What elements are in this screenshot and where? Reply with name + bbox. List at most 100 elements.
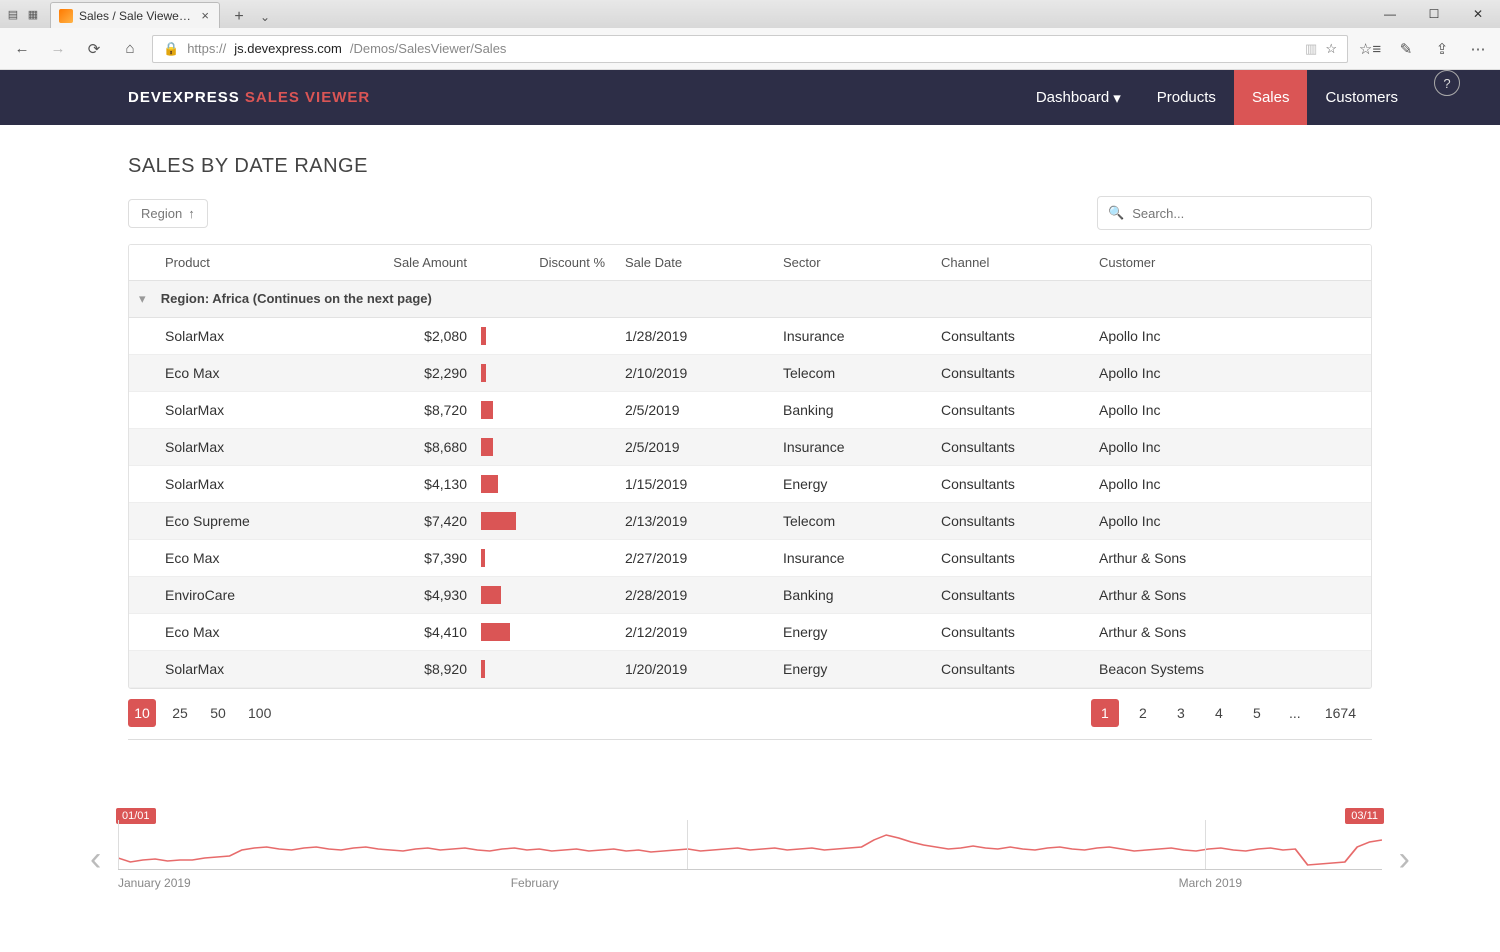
table-row[interactable]: Eco Max$2,2902/10/2019TelecomConsultants… — [129, 355, 1371, 392]
tab-preview-icon[interactable]: ▦ — [24, 5, 42, 23]
page-...[interactable]: ... — [1281, 699, 1309, 727]
back-button[interactable]: ← — [8, 35, 36, 63]
favorite-star-icon[interactable]: ☆ — [1325, 41, 1337, 57]
table-row[interactable]: SolarMax$8,6802/5/2019InsuranceConsultan… — [129, 429, 1371, 466]
window-minimize-button[interactable]: — — [1368, 0, 1412, 28]
cell-channel: Consultants — [931, 503, 1089, 540]
collapse-icon[interactable]: ▾ — [139, 291, 154, 306]
page-1674[interactable]: 1674 — [1319, 699, 1362, 727]
pager: 10 25 50 100 12345... 1674 — [128, 699, 1372, 740]
cell-date: 2/12/2019 — [615, 614, 773, 651]
nav-sales[interactable]: Sales — [1234, 70, 1308, 125]
nav-customers[interactable]: Customers — [1307, 70, 1416, 125]
home-button[interactable]: ⌂ — [116, 35, 144, 63]
url-host: js.devexpress.com — [234, 41, 342, 56]
window-maximize-button[interactable]: ☐ — [1412, 0, 1456, 28]
cell-amount: $8,680 — [319, 429, 477, 466]
page-size-25[interactable]: 25 — [166, 699, 194, 727]
nav-dashboard-label: Dashboard — [1036, 89, 1109, 106]
cell-channel: Consultants — [931, 614, 1089, 651]
group-row-africa[interactable]: ▾ Region: Africa (Continues on the next … — [129, 281, 1371, 318]
help-label: ? — [1443, 76, 1450, 91]
cell-customer: Beacon Systems — [1089, 651, 1371, 688]
app-brand[interactable]: DEVEXPRESS SALES VIEWER — [128, 89, 370, 106]
col-header-channel[interactable]: Channel — [931, 245, 1089, 281]
notes-icon[interactable]: ✎ — [1392, 35, 1420, 63]
page-1[interactable]: 1 — [1091, 699, 1119, 727]
col-header-customer[interactable]: Customer — [1089, 245, 1371, 281]
cell-sector: Telecom — [773, 503, 931, 540]
range-prev-button[interactable]: ‹ — [90, 840, 101, 879]
cell-sector: Insurance — [773, 429, 931, 466]
range-tick-feb: February — [511, 876, 559, 890]
cell-sector: Energy — [773, 466, 931, 503]
page-5[interactable]: 5 — [1243, 699, 1271, 727]
col-header-amount[interactable]: Sale Amount — [319, 245, 477, 281]
table-row[interactable]: SolarMax$2,0801/28/2019InsuranceConsulta… — [129, 318, 1371, 355]
col-header-discount[interactable]: Discount % — [477, 245, 615, 281]
table-row[interactable]: SolarMax$4,1301/15/2019EnergyConsultants… — [129, 466, 1371, 503]
cell-customer: Apollo Inc — [1089, 466, 1371, 503]
date-range-selector[interactable]: 01/01 03/11 ‹ › January 2019 February Ma… — [0, 760, 1500, 910]
col-header-sector[interactable]: Sector — [773, 245, 931, 281]
table-row[interactable]: Eco Max$4,4102/12/2019EnergyConsultantsA… — [129, 614, 1371, 651]
sales-grid: Product Sale Amount Discount % Sale Date… — [128, 244, 1372, 689]
chevron-down-icon: ▾ — [1113, 89, 1121, 107]
new-tab-button[interactable]: + — [226, 6, 252, 28]
page-3[interactable]: 3 — [1167, 699, 1195, 727]
table-row[interactable]: SolarMax$8,7202/5/2019BankingConsultants… — [129, 392, 1371, 429]
nav-dashboard[interactable]: Dashboard ▾ — [1018, 70, 1139, 125]
cell-channel: Consultants — [931, 392, 1089, 429]
col-header-product[interactable]: Product — [129, 245, 319, 281]
table-row[interactable]: Eco Max$7,3902/27/2019InsuranceConsultan… — [129, 540, 1371, 577]
brand-accent: SALES VIEWER — [245, 89, 370, 106]
cell-customer: Apollo Inc — [1089, 318, 1371, 355]
col-header-date[interactable]: Sale Date — [615, 245, 773, 281]
window-close-button[interactable]: ✕ — [1456, 0, 1500, 28]
help-button[interactable]: ? — [1434, 70, 1460, 96]
page-size-100[interactable]: 100 — [242, 699, 277, 727]
cell-product: Eco Max — [129, 540, 319, 577]
more-icon[interactable]: ⋯ — [1464, 35, 1492, 63]
search-box[interactable]: 🔍 — [1097, 196, 1372, 230]
sort-asc-icon: ↑ — [188, 206, 195, 221]
cell-sector: Insurance — [773, 540, 931, 577]
reading-view-icon[interactable]: ▥ — [1305, 41, 1317, 57]
search-input[interactable] — [1132, 206, 1361, 221]
cell-amount: $8,920 — [319, 651, 477, 688]
nav-products[interactable]: Products — [1139, 70, 1234, 125]
page-2[interactable]: 2 — [1129, 699, 1157, 727]
tabs-overflow-icon[interactable]: ⌄ — [252, 6, 278, 28]
browser-tab-active[interactable]: Sales / Sale Viewer By D × — [50, 2, 220, 28]
cell-date: 2/28/2019 — [615, 577, 773, 614]
page-4[interactable]: 4 — [1205, 699, 1233, 727]
col-header-channel-label: Channel — [941, 255, 989, 270]
cell-product: EnviroCare — [129, 577, 319, 614]
refresh-button[interactable]: ⟳ — [80, 35, 108, 63]
app-header: DEVEXPRESS SALES VIEWER Dashboard ▾ Prod… — [0, 70, 1500, 125]
cell-sector: Energy — [773, 614, 931, 651]
favorites-hub-icon[interactable]: ☆≡ — [1356, 35, 1384, 63]
table-row[interactable]: EnviroCare$4,9302/28/2019BankingConsulta… — [129, 577, 1371, 614]
cell-amount: $7,390 — [319, 540, 477, 577]
cell-customer: Arthur & Sons — [1089, 614, 1371, 651]
range-next-button[interactable]: › — [1399, 840, 1410, 879]
page-size-10[interactable]: 10 — [128, 699, 156, 727]
table-row[interactable]: Eco Supreme$7,4202/13/2019TelecomConsult… — [129, 503, 1371, 540]
cell-discount — [477, 429, 615, 466]
range-sparkline[interactable] — [118, 820, 1382, 870]
browser-toolbar: ← → ⟳ ⌂ 🔒 https://js.devexpress.com/Demo… — [0, 28, 1500, 70]
cell-channel: Consultants — [931, 429, 1089, 466]
cell-date: 1/28/2019 — [615, 318, 773, 355]
group-chip-region[interactable]: Region ↑ — [128, 199, 208, 228]
table-row[interactable]: SolarMax$8,9201/20/2019EnergyConsultants… — [129, 651, 1371, 688]
forward-button[interactable]: → — [44, 35, 72, 63]
close-tab-icon[interactable]: × — [199, 8, 211, 23]
col-header-sector-label: Sector — [783, 255, 821, 270]
cell-sector: Energy — [773, 651, 931, 688]
recent-apps-icon[interactable]: ▤ — [4, 5, 22, 23]
address-bar[interactable]: 🔒 https://js.devexpress.com/Demos/SalesV… — [152, 35, 1348, 63]
share-icon[interactable]: ⇪ — [1428, 35, 1456, 63]
cell-discount — [477, 577, 615, 614]
page-size-50[interactable]: 50 — [204, 699, 232, 727]
